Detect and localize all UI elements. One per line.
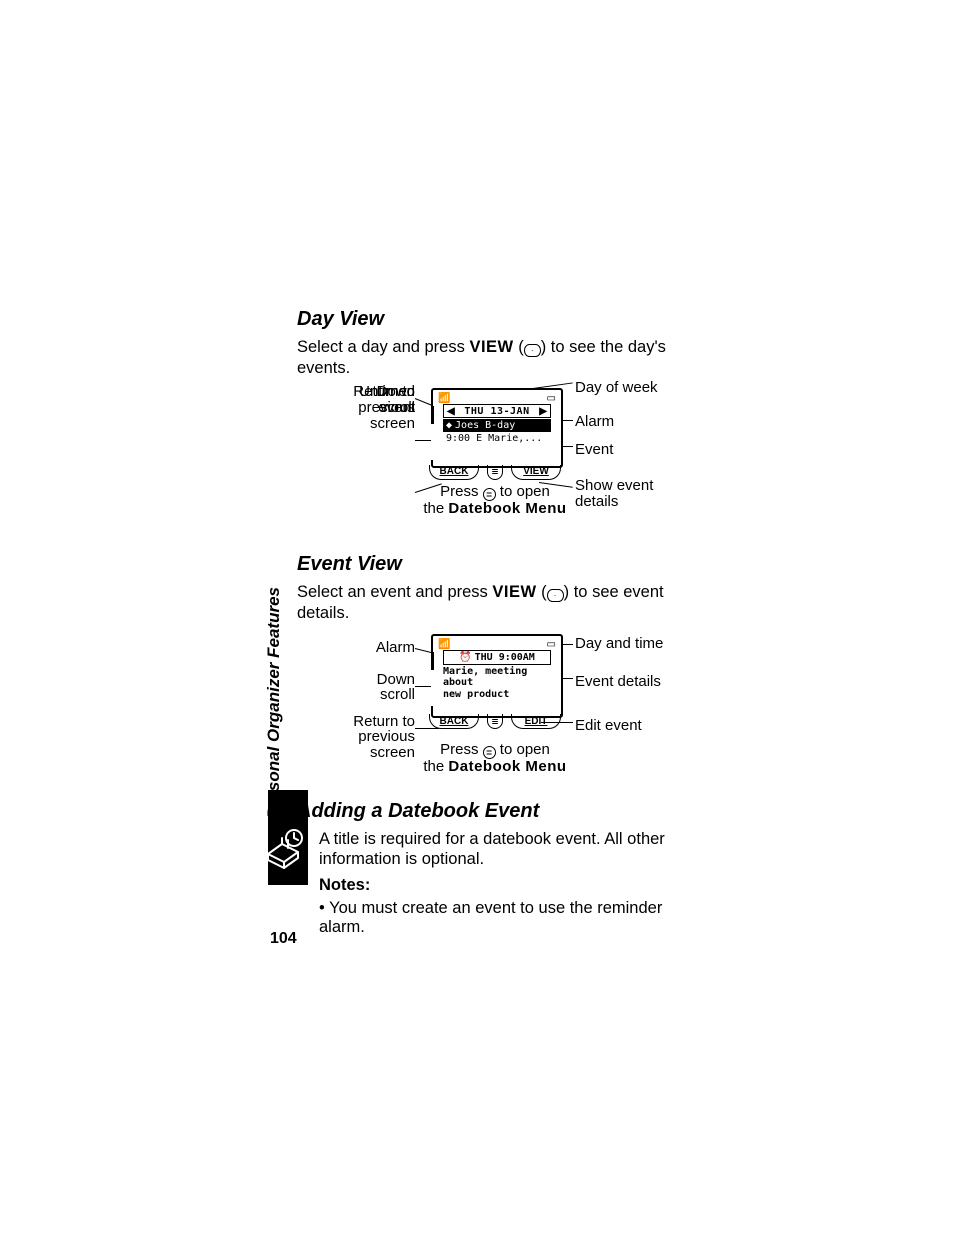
- softkey-back: BACK: [429, 714, 479, 729]
- callout-alarm: Alarm: [575, 414, 614, 430]
- right-softkey-icon: ·: [524, 344, 541, 357]
- heading-event-view: Event View: [297, 553, 677, 576]
- press-menu-note: Press ≣ to open the Datebook Menu: [395, 484, 595, 517]
- menu-key-icon: ≣: [487, 714, 503, 729]
- callout-event: Event: [575, 442, 613, 458]
- signal-icon: 📶: [438, 639, 450, 650]
- text: Select an event and press: [297, 583, 492, 601]
- scrollbar: [431, 652, 434, 706]
- softkey-back: BACK: [429, 465, 479, 480]
- battery-icon: ▭: [547, 393, 556, 404]
- event-detail-text: Marie, meeting about new product: [443, 666, 551, 701]
- sidebar-section-label: Personal Organizer Features: [264, 587, 284, 818]
- event-view-intro: Select an event and press VIEW (·) to se…: [297, 582, 677, 623]
- callout-down-scroll: Downscroll: [309, 672, 415, 704]
- battery-icon: ▭: [547, 639, 556, 650]
- press-menu-note: Press ≣ to open the Datebook Menu: [395, 742, 595, 775]
- menu-key-icon: ≣: [487, 465, 503, 480]
- phone-screen: 📶 ▭ ⏰ THU 9:00AM Marie, meeting about ne…: [431, 634, 563, 718]
- notes-list: You must create an event to use the remi…: [319, 899, 677, 937]
- softkey-view: VIEW: [511, 465, 561, 480]
- adding-event-paragraph: A title is required for a datebook event…: [319, 829, 677, 870]
- callout-return-previous: Return topreviousscreen: [309, 384, 415, 431]
- notes-label: Notes:: [319, 876, 677, 895]
- key-label-view: VIEW: [469, 338, 513, 356]
- callout-day-time: Day and time: [575, 636, 663, 652]
- date-nav: ◀ THU 13-JAN ▶: [443, 404, 551, 418]
- note-item: You must create an event to use the remi…: [319, 899, 677, 937]
- text: Select a day and press: [297, 338, 469, 356]
- event-header-row: ⏰ THU 9:00AM: [443, 650, 551, 665]
- phone-screen: 📶 ▭ ◀ THU 13-JAN ▶ ◆Joes B-day 9:00 E Ma…: [431, 388, 563, 468]
- day-view-diagram: Untimedevent Downscroll Return topreviou…: [315, 384, 675, 539]
- alarm-clock-icon: ⏰: [459, 652, 471, 663]
- signal-icon: 📶: [438, 393, 450, 404]
- nav-right-icon: ▶: [539, 406, 547, 417]
- callout-day-of-week: Day of week: [575, 380, 658, 396]
- callout-edit-event: Edit event: [575, 718, 642, 734]
- key-label-view: VIEW: [492, 583, 536, 601]
- right-softkey-icon: ·: [547, 589, 564, 602]
- callout-event-details: Event details: [575, 674, 661, 690]
- day-view-intro: Select a day and press VIEW (·) to see t…: [297, 337, 677, 378]
- date-title: THU 13-JAN: [464, 406, 529, 417]
- scrollbar: [431, 406, 434, 460]
- nav-left-icon: ◀: [447, 406, 455, 417]
- event-datetime: THU 9:00AM: [475, 652, 535, 663]
- softkey-row: BACK ≣ VIEW: [429, 464, 561, 480]
- untimed-event-row: ◆Joes B-day: [443, 419, 551, 432]
- event-view-diagram: Alarm Downscroll Return topreviousscreen…: [315, 630, 675, 800]
- softkey-row: BACK ≣ EDIT: [429, 714, 561, 730]
- heading-adding-event: Adding a Datebook Event: [297, 800, 677, 823]
- status-bar: 📶 ▭: [436, 639, 558, 650]
- softkey-edit: EDIT: [511, 714, 561, 729]
- timed-event-row: 9:00 E Marie,...: [443, 432, 551, 445]
- callout-alarm: Alarm: [309, 640, 415, 656]
- status-bar: 📶 ▭: [436, 393, 558, 404]
- heading-day-view: Day View: [297, 308, 677, 331]
- page-number: 104: [270, 930, 297, 948]
